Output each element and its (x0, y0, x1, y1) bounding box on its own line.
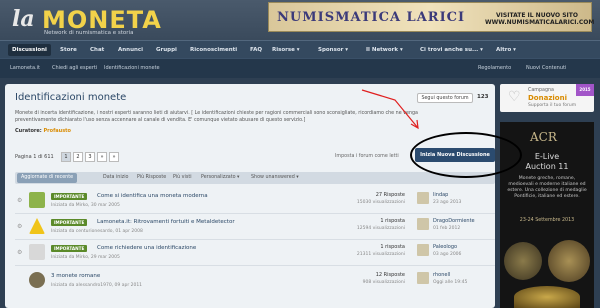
red-arrow-annotation (361, 89, 419, 129)
highlight-ellipse (410, 132, 522, 178)
